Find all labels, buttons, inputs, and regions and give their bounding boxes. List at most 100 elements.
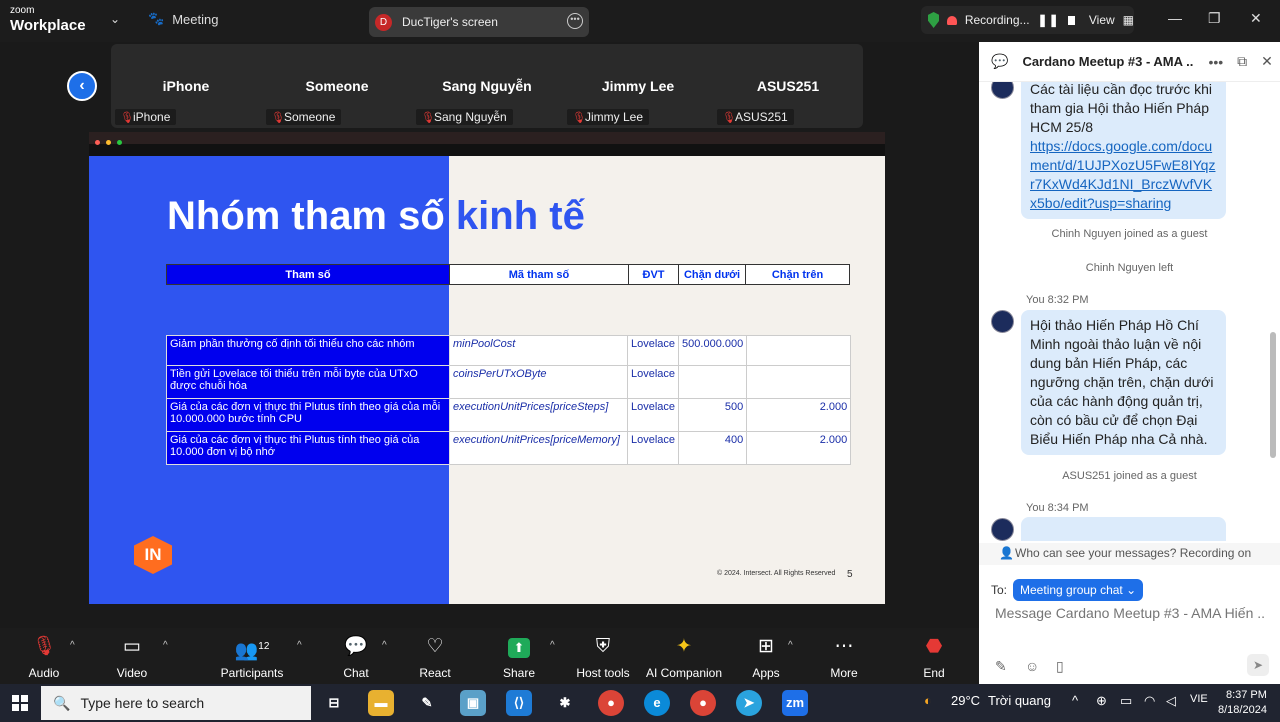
pop-out-icon[interactable]: ⧉ xyxy=(1237,53,1247,70)
telegram-icon[interactable]: ➤ xyxy=(736,690,762,716)
chat-title: Cardano Meetup #3 - AMA ... xyxy=(1022,54,1195,69)
chat-scrollbar[interactable] xyxy=(1270,332,1276,458)
app-icon[interactable]: ✎ xyxy=(414,690,440,716)
weather-temp[interactable]: 29°C xyxy=(951,693,980,708)
share-screen-icon: ⬆ xyxy=(497,634,541,664)
parameter-table-header: Tham số Mã tham số ĐVT Chặn dưới Chặn tr… xyxy=(166,264,850,285)
brand-top: zoom xyxy=(10,5,35,16)
taskbar-search[interactable]: 🔍 Type here to search xyxy=(41,686,311,720)
pause-recording-button[interactable]: ❚❚ xyxy=(1038,13,1060,27)
react-button[interactable]: ♡ React xyxy=(413,628,457,684)
chevron-down-icon[interactable]: ⌄ xyxy=(110,12,120,26)
param-cell: Giá của các đơn vị thực thi Plutus tính … xyxy=(166,398,450,432)
tray-icon[interactable]: ⊕ xyxy=(1096,693,1107,709)
shared-window-titlebar xyxy=(89,132,885,145)
upper-cell: 2.000 xyxy=(746,398,852,432)
video-button[interactable]: ▭ Video xyxy=(110,628,154,684)
title-bar: zoom Workplace ⌄ 🐾 Meeting D DucTiger's … xyxy=(0,0,1280,42)
app-icon[interactable]: ▣ xyxy=(460,690,486,716)
host-tools-button[interactable]: ⛨ Host tools xyxy=(572,628,634,684)
more-options-icon[interactable]: ••• xyxy=(1208,54,1223,70)
slide-title: Nhóm tham số kinh tế xyxy=(167,194,585,238)
param-cell: Giá của các đơn vị thực thi Plutus tính … xyxy=(166,431,450,465)
send-button[interactable]: ➤ xyxy=(1247,654,1269,676)
muted-mic-icon: 🎙 xyxy=(421,112,435,124)
network-icon[interactable]: ▭ xyxy=(1120,693,1132,709)
table-row: Giá của các đơn vị thực thi Plutus tính … xyxy=(166,431,852,465)
lower-cell: 400 xyxy=(678,431,748,465)
task-view-icon[interactable]: ⊟ xyxy=(321,690,347,716)
avatar xyxy=(991,310,1014,333)
restore-icon[interactable]: ❐ xyxy=(1208,10,1221,27)
to-label: To: xyxy=(991,583,1008,597)
recipient-dropdown[interactable]: Meeting group chat ⌄ xyxy=(1013,579,1144,601)
privacy-notice[interactable]: 👤 Who can see your messages? Recording o… xyxy=(979,543,1280,565)
muted-mic-icon: 🎙 xyxy=(722,112,736,124)
share-options-caret[interactable]: ^ xyxy=(550,640,555,651)
slack-icon[interactable]: ✱ xyxy=(552,690,578,716)
chat-options-caret[interactable]: ^ xyxy=(382,640,387,651)
participant-tile[interactable]: iPhone 🎙 iPhone xyxy=(111,44,261,128)
screen-share-indicator[interactable]: D DucTiger's screen ••• xyxy=(369,7,589,37)
chrome-icon[interactable]: ● xyxy=(598,690,624,716)
file-icon[interactable]: ▯ xyxy=(1056,658,1064,675)
windows-start-icon[interactable] xyxy=(12,695,28,711)
chat-messages[interactable]: Các tài liệu cần đọc trước khi tham gia … xyxy=(979,82,1280,541)
close-icon[interactable]: ✕ xyxy=(1250,10,1262,27)
participant-tile[interactable]: Sang Nguyễn 🎙 Sang Nguyễn xyxy=(412,44,562,128)
meeting-tab[interactable]: 🐾 Meeting xyxy=(148,11,218,27)
participants-options-caret[interactable]: ^ xyxy=(297,640,302,651)
end-call-icon: ⬣ xyxy=(925,636,943,657)
share-button[interactable]: ⬆ Share xyxy=(497,628,541,684)
participants-button[interactable]: 👥12 Participants xyxy=(220,628,284,684)
participant-name: Sang Nguyễn xyxy=(442,78,532,94)
participant-label: 🎙 Sang Nguyễn xyxy=(416,109,513,125)
screen-share-label: DucTiger's screen xyxy=(402,15,498,29)
participant-tile[interactable]: Jimmy Lee 🎙 Jimmy Lee xyxy=(563,44,713,128)
apps-button[interactable]: ⊞ Apps xyxy=(744,628,788,684)
video-options-caret[interactable]: ^ xyxy=(163,640,168,651)
search-icon: 🔍 xyxy=(53,694,71,711)
message-input[interactable] xyxy=(995,605,1265,621)
edge-icon[interactable]: e xyxy=(644,690,670,716)
audio-options-caret[interactable]: ^ xyxy=(70,640,75,651)
chat-header: 💬 Cardano Meetup #3 - AMA ... ••• ⧉ ✕ xyxy=(979,42,1280,82)
emoji-icon[interactable]: ☺ xyxy=(1025,658,1039,674)
strip-back-button[interactable]: ‹ xyxy=(67,71,97,101)
vscode-icon[interactable]: ⟨⟩ xyxy=(506,690,532,716)
weather-icon: ◐ xyxy=(924,693,932,708)
participant-tile[interactable]: Someone 🎙 Someone xyxy=(262,44,412,128)
chevron-up-icon[interactable]: ^ xyxy=(1072,693,1078,708)
view-button[interactable]: View xyxy=(1089,13,1115,27)
speaker-icon[interactable]: ◁ xyxy=(1166,693,1176,709)
participant-name: Jimmy Lee xyxy=(601,78,675,94)
header-param: Tham số xyxy=(166,264,450,285)
participant-name: ASUS251 xyxy=(756,78,820,94)
ai-companion-button[interactable]: ✦ AI Companion xyxy=(644,628,724,684)
language-indicator[interactable]: VIE xyxy=(1190,693,1208,705)
chat-button[interactable]: 💬 Chat xyxy=(334,628,378,684)
code-cell: minPoolCost xyxy=(449,335,628,366)
muted-mic-icon: 🎙 xyxy=(120,112,134,124)
minimize-icon[interactable]: — xyxy=(1168,10,1182,26)
file-explorer-icon[interactable]: ▬ xyxy=(368,690,394,716)
system-clock[interactable]: 8:37 PM 8/18/2024 xyxy=(1218,688,1267,718)
lower-cell xyxy=(678,365,748,399)
participant-tile[interactable]: ASUS251 🎙 ASUS251 xyxy=(713,44,863,128)
weather-text[interactable]: Trời quang xyxy=(988,693,1051,708)
close-chat-icon[interactable]: ✕ xyxy=(1261,53,1273,70)
more-button[interactable]: ⋯ More xyxy=(822,628,866,684)
more-options-icon[interactable]: ••• xyxy=(567,13,583,29)
chat-message: Hội thảo Hiến Pháp Hồ Chí Minh ngoài thả… xyxy=(1021,310,1226,455)
message-link[interactable]: https://docs.google.com/document/d/1UJPX… xyxy=(1030,138,1215,211)
zoom-taskbar-icon[interactable]: zm xyxy=(782,690,808,716)
chrome-icon[interactable]: ● xyxy=(690,690,716,716)
audio-button[interactable]: 🎙 Audio xyxy=(22,628,66,684)
message-meta: You 8:34 PM xyxy=(1026,502,1089,514)
apps-options-caret[interactable]: ^ xyxy=(788,640,793,651)
stop-recording-button[interactable] xyxy=(1067,15,1075,25)
shield-icon: ⛨ xyxy=(595,636,611,657)
end-button[interactable]: ⬣ End xyxy=(912,628,956,684)
wifi-icon[interactable]: ◠ xyxy=(1144,693,1155,709)
format-icon[interactable]: ✎ xyxy=(995,658,1007,675)
